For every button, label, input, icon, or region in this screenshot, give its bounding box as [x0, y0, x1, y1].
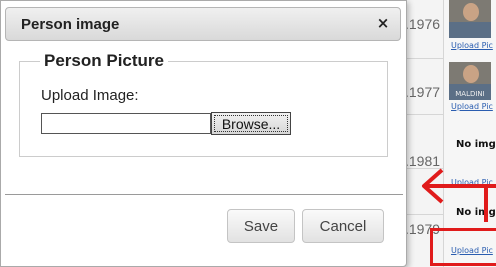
close-icon[interactable]: × [374, 14, 392, 32]
table-cell-year: .1977 [405, 84, 441, 100]
person-image-dialog: Person image × Person Picture Upload Ima… [0, 0, 407, 267]
browse-button[interactable]: Browse... [211, 112, 291, 135]
no-image-text: No img [456, 139, 496, 150]
upload-image-label: Upload Image: [41, 87, 139, 104]
file-path-input[interactable] [41, 113, 211, 134]
dialog-divider [5, 194, 403, 195]
dialog-titlebar[interactable]: Person image × [5, 7, 401, 41]
cancel-button[interactable]: Cancel [302, 209, 384, 243]
red-highlight-box [430, 228, 496, 266]
thumbnail-caption: MALDINI [455, 90, 485, 98]
dialog-title: Person image [21, 16, 120, 33]
upload-pic-link[interactable]: Upload Pic [451, 41, 493, 50]
upload-pic-link[interactable]: Upload Pic [451, 102, 493, 111]
person-picture-fieldset: Person Picture [19, 51, 388, 157]
save-button[interactable]: Save [227, 209, 295, 243]
table-cell-year: .1976 [405, 16, 441, 32]
person-thumbnail: MALDINI [449, 62, 491, 100]
person-thumbnail [449, 0, 491, 38]
fieldset-legend: Person Picture [44, 51, 164, 70]
